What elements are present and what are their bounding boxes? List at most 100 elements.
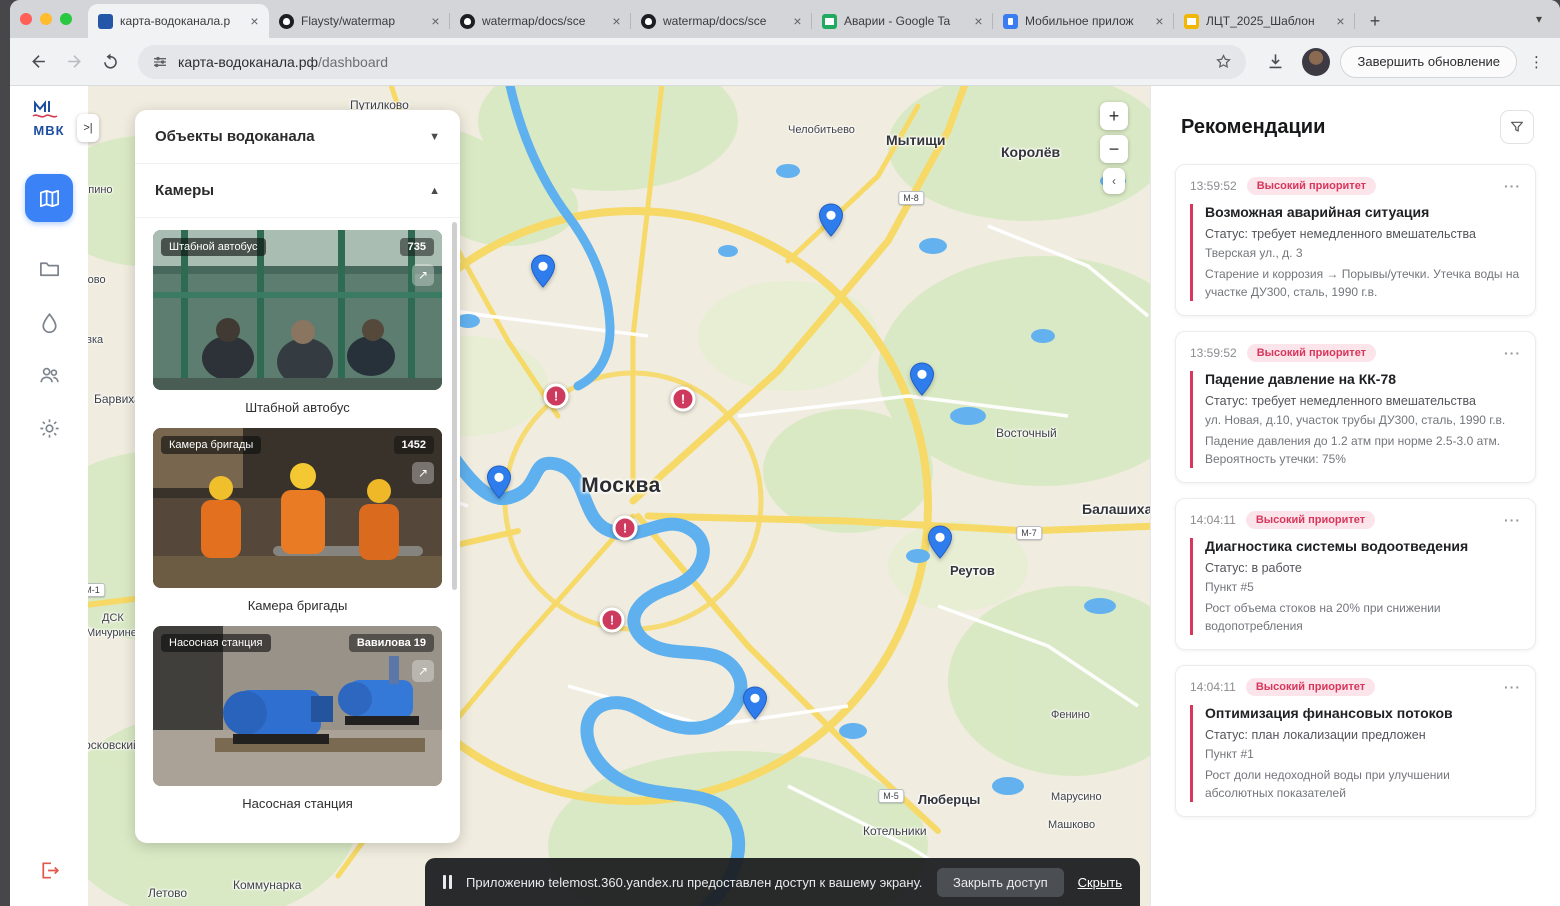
bookmark-star-button[interactable]: [1215, 53, 1232, 70]
card-location: ул. Новая, д.10, участок трубы ДУ300, ст…: [1205, 413, 1521, 427]
camera-location-badge: Вавилова 19: [349, 634, 434, 652]
map-pin[interactable]: [742, 686, 768, 720]
tab-close-icon[interactable]: ×: [608, 13, 625, 30]
expand-icon[interactable]: ↗: [412, 264, 434, 286]
camera-caption: Насосная станция: [153, 786, 442, 824]
logout-icon: [38, 859, 61, 882]
section-objects-header[interactable]: Объекты водоканала ▼: [135, 110, 460, 164]
sidebar-item-objects[interactable]: [25, 244, 73, 292]
expand-icon[interactable]: ↗: [412, 660, 434, 682]
map-pin[interactable]: [909, 362, 935, 396]
panel-collapse-button[interactable]: >|: [77, 114, 99, 142]
map-pin[interactable]: [486, 465, 512, 499]
card-menu-button[interactable]: ···: [1504, 178, 1521, 194]
fullscreen-window-button[interactable]: [60, 13, 72, 25]
tab-close-icon[interactable]: ×: [1151, 13, 1168, 30]
map-viewport[interactable]: ПутилковоЧелобитьевоМытищиКоролёвВосточн…: [88, 86, 1150, 906]
priority-badge: Высокий приоритет: [1246, 678, 1375, 696]
camera-title-chip: Штабной автобус: [161, 238, 266, 256]
zoom-out-button[interactable]: −: [1100, 135, 1128, 163]
sidebar-item-map[interactable]: [25, 174, 73, 222]
panel-scrollbar[interactable]: [452, 222, 457, 590]
tab-search-chevron-icon[interactable]: ▾: [1526, 6, 1552, 32]
close-window-button[interactable]: [20, 13, 32, 25]
card-status: Статус: план локализации предложен: [1205, 728, 1521, 742]
minimize-window-button[interactable]: [40, 13, 52, 25]
new-tab-button[interactable]: +: [1361, 7, 1389, 35]
camera-preview-crew[interactable]: Камера бригады 1452 ↗: [153, 428, 442, 588]
filter-button[interactable]: [1500, 110, 1534, 144]
app-sidebar: МВК: [10, 86, 88, 906]
sidebar-logout-button[interactable]: [25, 846, 73, 894]
sidebar-item-settings[interactable]: [25, 404, 73, 452]
notification-message: Приложению telemost.360.yandex.ru предос…: [466, 875, 922, 890]
map-alert-marker[interactable]: !: [613, 516, 638, 541]
tab-title: Flaysty/watermap: [301, 14, 420, 28]
forward-button[interactable]: [58, 46, 90, 78]
recommendation-card[interactable]: 13:59:52 Высокий приоритет ··· Возможная…: [1175, 164, 1536, 316]
map-controls-collapse-button[interactable]: ‹: [1103, 168, 1125, 194]
zoom-in-button[interactable]: +: [1100, 102, 1128, 130]
map-place-label: Московский: [88, 738, 140, 752]
tab-karta-vodokanala[interactable]: карта-водоканала.р ×: [88, 4, 269, 38]
map-alert-marker[interactable]: !: [544, 384, 569, 409]
map-place-label: Люберцы: [918, 792, 980, 807]
panel-title: Рекомендации: [1181, 116, 1325, 139]
github-favicon-icon: [460, 14, 475, 29]
tab-github-docs-2[interactable]: watermap/docs/sce ×: [631, 4, 812, 38]
doc-favicon-icon: [1184, 14, 1199, 29]
map-alert-marker[interactable]: !: [600, 608, 625, 633]
mvk-logo[interactable]: МВК: [24, 98, 74, 138]
map-pin[interactable]: [818, 203, 844, 237]
github-favicon-icon: [279, 14, 294, 29]
card-description: Старение и коррозия → Порывы/утечки. Уте…: [1205, 265, 1521, 301]
priority-badge: Высокий приоритет: [1247, 344, 1376, 362]
map-pin[interactable]: [530, 254, 556, 288]
macos-traffic-lights: [10, 0, 88, 38]
tab-github-docs-1[interactable]: watermap/docs/sce ×: [450, 4, 631, 38]
map-zoom-controls: + − ‹: [1100, 102, 1128, 194]
recommendation-card[interactable]: 14:04:11 Высокий приоритет ··· Диагности…: [1175, 498, 1536, 650]
address-bar[interactable]: карта-водоканала.рф/dashboard: [138, 45, 1246, 79]
road-number-badge: М-7: [1016, 526, 1042, 540]
sidebar-item-teams[interactable]: [25, 351, 73, 399]
site-settings-icon[interactable]: [152, 54, 168, 70]
tab-close-icon[interactable]: ×: [789, 13, 806, 30]
card-timestamp: 14:04:11: [1190, 513, 1236, 527]
tab-close-icon[interactable]: ×: [246, 13, 263, 30]
section-cameras-header[interactable]: Камеры ▲: [135, 164, 460, 218]
stop-sharing-button[interactable]: Закрыть доступ: [937, 868, 1064, 897]
back-button[interactable]: [22, 46, 54, 78]
finish-update-button[interactable]: Завершить обновление: [1340, 46, 1517, 78]
tab-lct-template[interactable]: ЛЦТ_2025_Шаблон ×: [1174, 4, 1355, 38]
tab-close-icon[interactable]: ×: [427, 13, 444, 30]
filter-icon: [1509, 119, 1525, 135]
map-place-label: Машково: [1048, 819, 1095, 831]
recommendation-card[interactable]: 14:04:11 Высокий приоритет ··· Оптимизац…: [1175, 665, 1536, 817]
pin-icon: [909, 362, 935, 396]
logo-text: МВК: [24, 123, 74, 138]
tab-github-watermap[interactable]: Flaysty/watermap ×: [269, 4, 450, 38]
expand-icon[interactable]: ↗: [412, 462, 434, 484]
camera-preview-bus[interactable]: Штабной автобус 735 ↗: [153, 230, 442, 390]
card-menu-button[interactable]: ···: [1504, 679, 1521, 695]
reload-button[interactable]: [94, 46, 126, 78]
hide-notification-link[interactable]: Скрыть: [1078, 875, 1122, 890]
camera-preview-pump-station[interactable]: Насосная станция Вавилова 19 ↗: [153, 626, 442, 786]
tab-google-sheets-avarii[interactable]: Аварии - Google Ta ×: [812, 4, 993, 38]
sidebar-item-water[interactable]: [25, 298, 73, 346]
card-menu-button[interactable]: ···: [1504, 345, 1521, 361]
map-pin[interactable]: [927, 525, 953, 559]
downloads-button[interactable]: [1258, 45, 1292, 79]
url-host: карта-водоканала.рф: [178, 54, 318, 70]
card-timestamp: 13:59:52: [1190, 179, 1237, 193]
recommendation-card[interactable]: 13:59:52 Высокий приоритет ··· Падение д…: [1175, 331, 1536, 483]
tab-close-icon[interactable]: ×: [1332, 13, 1349, 30]
tab-close-icon[interactable]: ×: [970, 13, 987, 30]
profile-avatar[interactable]: [1302, 48, 1330, 76]
browser-menu-button[interactable]: ⋮: [1521, 53, 1548, 71]
map-alert-marker[interactable]: !: [671, 387, 696, 412]
tab-mobile-app[interactable]: Мобильное прилож ×: [993, 4, 1174, 38]
card-menu-button[interactable]: ···: [1504, 512, 1521, 528]
card-title: Падение давление на КК-78: [1205, 371, 1521, 387]
